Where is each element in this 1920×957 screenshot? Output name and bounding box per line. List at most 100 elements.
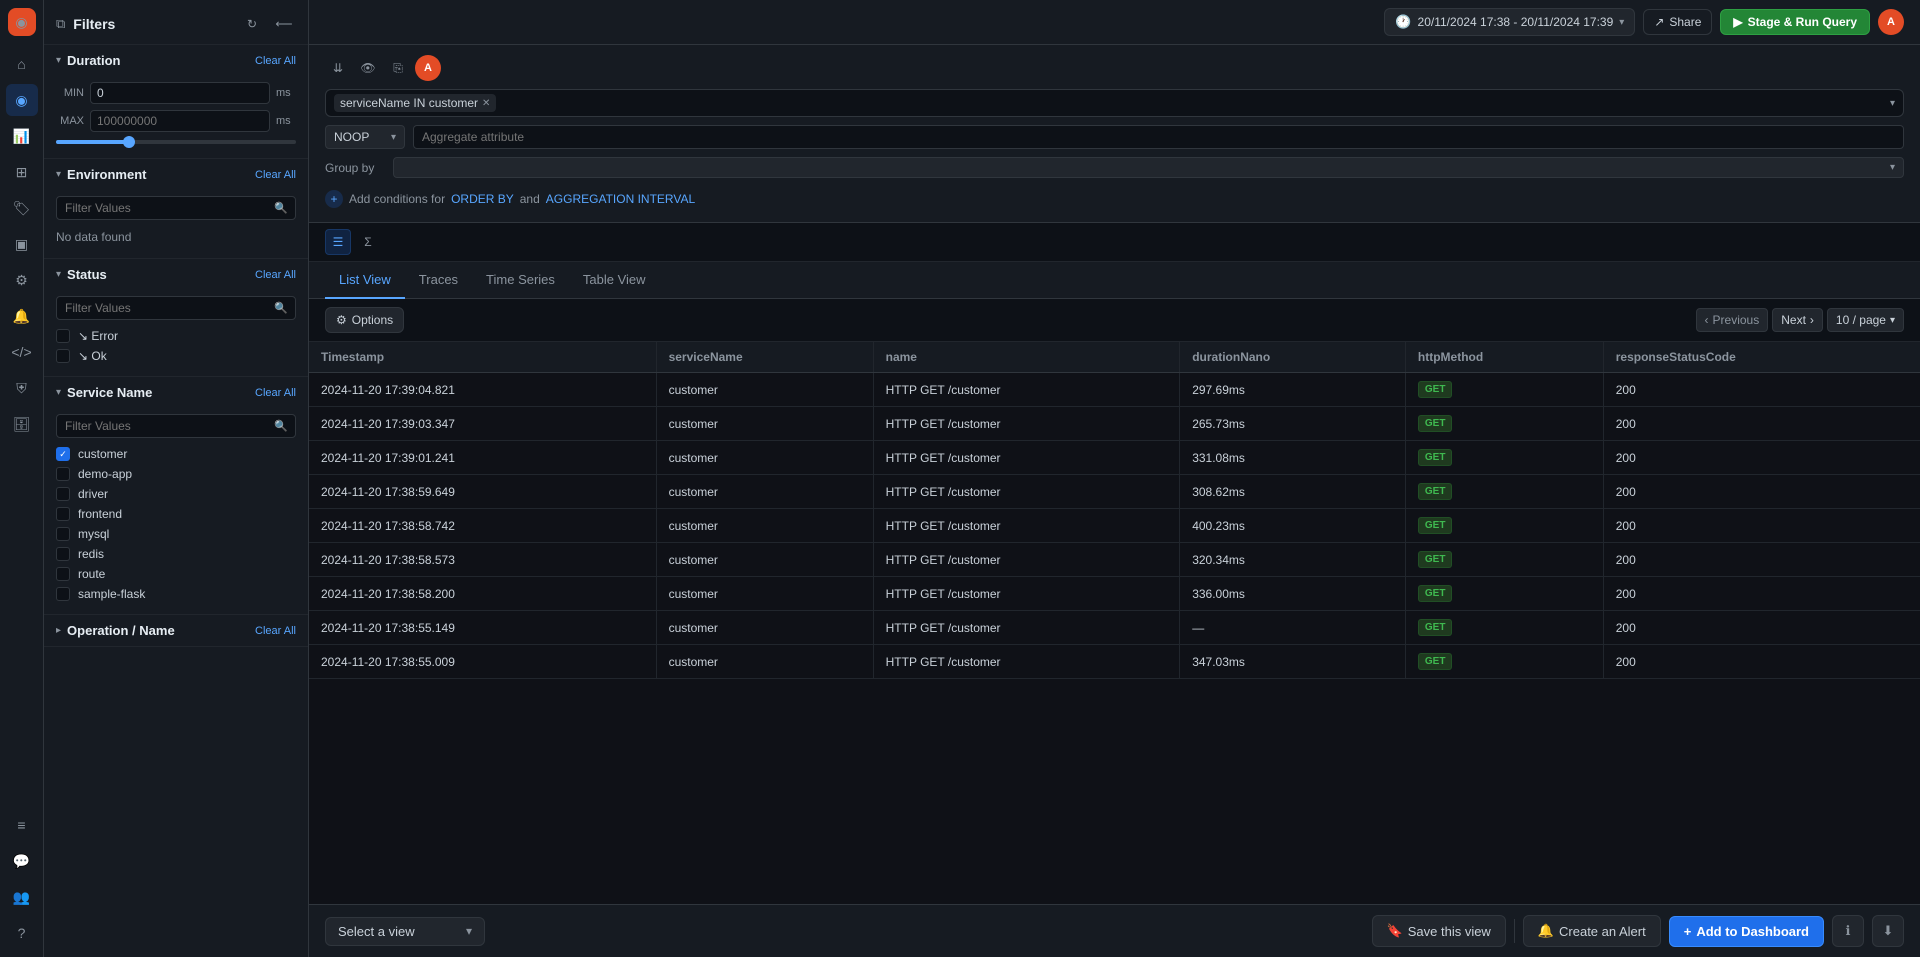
operation-name-clear-button[interactable]: Clear All xyxy=(255,625,296,637)
tag-filter-row[interactable]: serviceName IN customer ✕ ▾ xyxy=(325,89,1904,117)
nav-shield[interactable]: ⛨ xyxy=(6,372,38,404)
nav-help[interactable]: ? xyxy=(6,917,38,949)
time-range-button[interactable]: 🕐 20/11/2024 17:38 - 20/11/2024 17:39 ▾ xyxy=(1384,8,1635,36)
service-name-checkbox[interactable] xyxy=(56,447,70,461)
brand-logo[interactable]: ◉ xyxy=(8,8,36,36)
duration-section-header[interactable]: ▾ Duration Clear All xyxy=(44,45,308,76)
table-row[interactable]: 2024-11-20 17:38:59.649 customer HTTP GE… xyxy=(309,475,1920,509)
service-name-item[interactable]: route xyxy=(56,564,296,584)
table-row[interactable]: 2024-11-20 17:39:04.821 customer HTTP GE… xyxy=(309,373,1920,407)
table-row[interactable]: 2024-11-20 17:39:01.241 customer HTTP GE… xyxy=(309,441,1920,475)
duration-min-input[interactable] xyxy=(90,82,270,104)
nav-database[interactable]: 🗄 xyxy=(6,408,38,440)
add-dashboard-button[interactable]: + Add to Dashboard xyxy=(1669,916,1824,947)
col-service-name[interactable]: serviceName xyxy=(656,342,873,373)
tag-chip-remove-button[interactable]: ✕ xyxy=(482,98,490,109)
status-ok-checkbox[interactable] xyxy=(56,349,70,363)
service-name-item[interactable]: sample-flask xyxy=(56,584,296,604)
run-query-button[interactable]: ▶ Stage & Run Query xyxy=(1720,9,1870,35)
noop-select[interactable]: NOOP ▾ xyxy=(325,125,405,149)
tab-traces[interactable]: Traces xyxy=(405,262,472,299)
col-response-status-code[interactable]: responseStatusCode xyxy=(1603,342,1920,373)
environment-search-input[interactable] xyxy=(56,196,296,220)
eye-button[interactable]: 👁 xyxy=(355,55,381,81)
info-icon-button[interactable]: ℹ xyxy=(1832,915,1864,947)
aggregate-attribute-input[interactable] xyxy=(413,125,1904,149)
status-error-item[interactable]: ↘ Error xyxy=(56,326,296,346)
service-name-checkbox[interactable] xyxy=(56,507,70,521)
share-button[interactable]: ↗ Share xyxy=(1643,9,1712,35)
col-timestamp[interactable]: Timestamp xyxy=(309,342,656,373)
aggregation-interval-link[interactable]: AGGREGATION INTERVAL xyxy=(546,192,695,206)
page-size-selector[interactable]: 10 / page ▾ xyxy=(1827,308,1904,332)
nav-chart[interactable]: 📊 xyxy=(6,120,38,152)
service-name-checkbox[interactable] xyxy=(56,467,70,481)
table-row[interactable]: 2024-11-20 17:38:58.200 customer HTTP GE… xyxy=(309,577,1920,611)
nav-tag[interactable]: 🏷 xyxy=(6,192,38,224)
service-name-item[interactable]: driver xyxy=(56,484,296,504)
service-name-search-input[interactable] xyxy=(56,414,296,438)
duration-max-input[interactable] xyxy=(90,110,270,132)
service-name-item[interactable]: mysql xyxy=(56,524,296,544)
query-a-button[interactable]: A xyxy=(415,55,441,81)
options-button[interactable]: ⚙ Options xyxy=(325,307,404,333)
status-search-input[interactable] xyxy=(56,296,296,320)
duration-clear-button[interactable]: Clear All xyxy=(255,55,296,67)
duration-range-slider[interactable] xyxy=(56,140,296,144)
status-error-checkbox[interactable] xyxy=(56,329,70,343)
nav-activity[interactable]: ◉ xyxy=(6,84,38,116)
groupby-select[interactable]: ▾ xyxy=(393,157,1904,178)
table-row[interactable]: 2024-11-20 17:38:55.149 customer HTTP GE… xyxy=(309,611,1920,645)
nav-settings[interactable]: ⚙ xyxy=(6,264,38,296)
sigma-icon-button[interactable]: Σ xyxy=(355,229,381,255)
col-duration-nano[interactable]: durationNano xyxy=(1180,342,1406,373)
refresh-filters-button[interactable]: ↻ xyxy=(240,12,264,36)
next-button[interactable]: Next › xyxy=(1772,308,1823,332)
service-name-item[interactable]: frontend xyxy=(56,504,296,524)
table-row[interactable]: 2024-11-20 17:38:58.573 customer HTTP GE… xyxy=(309,543,1920,577)
create-alert-button[interactable]: 🔔 Create an Alert xyxy=(1523,915,1661,947)
col-http-method[interactable]: httpMethod xyxy=(1405,342,1603,373)
col-name[interactable]: name xyxy=(873,342,1180,373)
collapse-query-button[interactable]: ⇊ xyxy=(325,55,351,81)
service-name-item[interactable]: demo-app xyxy=(56,464,296,484)
tab-table-view[interactable]: Table View xyxy=(569,262,660,299)
service-name-checkbox[interactable] xyxy=(56,487,70,501)
service-name-checkbox[interactable] xyxy=(56,527,70,541)
table-row[interactable]: 2024-11-20 17:38:58.742 customer HTTP GE… xyxy=(309,509,1920,543)
nav-layers[interactable]: ⊞ xyxy=(6,156,38,188)
service-name-clear-button[interactable]: Clear All xyxy=(255,387,296,399)
nav-users[interactable]: 👥 xyxy=(6,881,38,913)
service-name-checkbox[interactable] xyxy=(56,547,70,561)
service-name-checkbox[interactable] xyxy=(56,567,70,581)
add-conditions-button[interactable]: + xyxy=(325,190,343,208)
tab-time-series[interactable]: Time Series xyxy=(472,262,569,299)
list-view-icon-button[interactable]: ☰ xyxy=(325,229,351,255)
nav-sliders[interactable]: ≡ xyxy=(6,809,38,841)
user-avatar[interactable]: A xyxy=(1878,9,1904,35)
status-section-header[interactable]: ▾ Status Clear All xyxy=(44,259,308,290)
export-icon-button[interactable]: ⬇ xyxy=(1872,915,1904,947)
environment-section-header[interactable]: ▾ Environment Clear All xyxy=(44,159,308,190)
select-view-dropdown[interactable]: Select a view ▾ xyxy=(325,917,485,946)
duration-range-thumb[interactable] xyxy=(123,136,135,148)
table-row[interactable]: 2024-11-20 17:38:55.009 customer HTTP GE… xyxy=(309,645,1920,679)
status-clear-button[interactable]: Clear All xyxy=(255,269,296,281)
operation-name-section-header[interactable]: ▸ Operation / Name Clear All xyxy=(44,615,308,646)
nav-bell[interactable]: 🔔 xyxy=(6,300,38,332)
previous-button[interactable]: ‹ Previous xyxy=(1696,308,1769,332)
save-view-button[interactable]: 🔖 Save this view xyxy=(1372,915,1506,947)
nav-chat[interactable]: 💬 xyxy=(6,845,38,877)
table-row[interactable]: 2024-11-20 17:39:03.347 customer HTTP GE… xyxy=(309,407,1920,441)
copy-button[interactable]: ⎘ xyxy=(385,55,411,81)
collapse-sidebar-button[interactable]: ⟵ xyxy=(272,12,296,36)
status-ok-item[interactable]: ↘ Ok xyxy=(56,346,296,366)
service-name-checkbox[interactable] xyxy=(56,587,70,601)
nav-grid[interactable]: ▣ xyxy=(6,228,38,260)
service-name-section-header[interactable]: ▾ Service Name Clear All xyxy=(44,377,308,408)
nav-home[interactable]: ⌂ xyxy=(6,48,38,80)
nav-code[interactable]: </> xyxy=(6,336,38,368)
service-name-item[interactable]: customer xyxy=(56,444,296,464)
tab-list-view[interactable]: List View xyxy=(325,262,405,299)
environment-clear-button[interactable]: Clear All xyxy=(255,169,296,181)
